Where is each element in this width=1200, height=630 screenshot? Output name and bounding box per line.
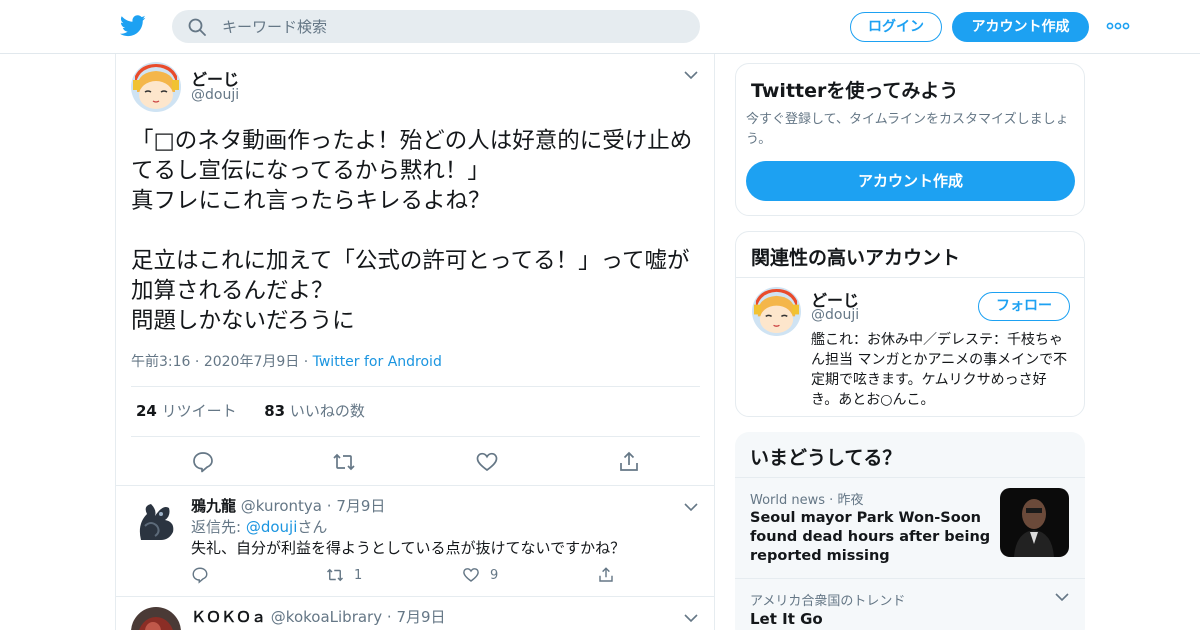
reply-share-button[interactable]: [597, 566, 615, 586]
signup-card-description: 今すぐ登録して、タイムラインをカスタマイズしましょう。: [746, 112, 1069, 147]
reply-to-line: 返信先: @doujiさん: [191, 516, 327, 537]
share-icon: [599, 567, 613, 582]
avatar[interactable]: [131, 496, 181, 546]
tweet-text: 「□のネタ動画作ったよ！殆どの人は好意的に受け止めてるし宣伝になってるから黙れ！…: [131, 128, 693, 334]
tweet-client-link[interactable]: Twitter for Android: [313, 354, 442, 370]
news-headline[interactable]: Seoul mayor Park Won-Soon found dead hou…: [750, 509, 995, 566]
reply-date[interactable]: 7月9日: [336, 497, 385, 515]
reply-retweet-count: 1: [354, 567, 363, 583]
reply-author-handle[interactable]: @kokoaLibrary: [271, 608, 382, 626]
separator-dot: ·: [326, 497, 337, 515]
trends-card: いまどうしてる？ World news · 昨夜 Seoul mayor Par…: [735, 432, 1085, 630]
search-input[interactable]: [222, 10, 682, 43]
reply-icon: [192, 567, 208, 584]
tweet-timestamp[interactable]: 午前3:16 · 2020年7月9日 · Twitter for Android: [131, 351, 442, 371]
tweet-date: 2020年7月9日: [203, 354, 300, 370]
chevron-down-icon[interactable]: [684, 70, 698, 80]
retweet-label[interactable]: リツイート: [162, 402, 237, 420]
reply-like-count: 9: [490, 567, 499, 583]
related-account-bio: 艦これ：お休み中／デレステ：千枝ちゃん担当 マンガとかアニメの事メインで不定期で…: [811, 332, 1068, 408]
search-icon: [188, 18, 206, 36]
more-dots-icon[interactable]: [1106, 18, 1130, 34]
avatar[interactable]: [131, 62, 181, 112]
tweet-stats: 24 リツイート 83 いいねの数: [136, 400, 365, 421]
reply-header: 鴉九龍 @kurontya · 7月9日: [191, 495, 385, 516]
divider: [735, 578, 1085, 579]
reply-like-button[interactable]: 9: [462, 566, 498, 586]
tweet-actions: [116, 446, 714, 486]
news-source: World news: [750, 493, 826, 508]
reply-author-name[interactable]: ＫＯＫＯａ: [191, 608, 266, 626]
reply-retweet-button[interactable]: 1: [326, 566, 362, 586]
news-thumbnail[interactable]: [1000, 488, 1069, 557]
reply-icon[interactable]: [191, 450, 215, 474]
login-button[interactable]: ログイン: [850, 12, 942, 42]
avatar[interactable]: [752, 287, 801, 336]
reply-author-handle[interactable]: @kurontya: [241, 497, 322, 515]
related-accounts-card: 関連性の高いアカウント どーじ @douji フォロー 艦これ：お休み中／デレス…: [735, 231, 1085, 417]
top-bar: ログイン アカウント作成: [0, 0, 1200, 54]
signup-card-button[interactable]: アカウント作成: [746, 161, 1075, 201]
reply-date[interactable]: 7月9日: [396, 608, 445, 626]
tweet-time: 午前3:16: [131, 354, 191, 370]
separator-dot: ·: [303, 354, 313, 370]
divider: [131, 386, 700, 387]
news-meta: World news · 昨夜: [750, 489, 863, 508]
search-box[interactable]: [172, 10, 700, 43]
retweet-count[interactable]: 24: [136, 402, 157, 420]
signup-button[interactable]: アカウント作成: [952, 12, 1089, 42]
chevron-down-icon[interactable]: [1055, 592, 1069, 602]
like-heart-icon: [463, 568, 479, 582]
trends-title: いまどうしてる？: [750, 447, 902, 469]
like-heart-icon[interactable]: [475, 450, 499, 474]
related-account-handle[interactable]: @douji: [811, 307, 859, 323]
reply-tweet[interactable]: ＫＯＫＯａ @kokoaLibrary · 7月9日: [116, 597, 714, 630]
trend-location: アメリカ合衆国のトレンド: [750, 594, 906, 609]
follow-button[interactable]: フォロー: [978, 292, 1070, 321]
reply-author-name[interactable]: 鴉九龍: [191, 497, 236, 515]
retweet-icon[interactable]: [332, 450, 356, 474]
separator-dot: ·: [386, 608, 397, 626]
news-time: 昨夜: [837, 493, 864, 508]
like-label[interactable]: いいねの数: [290, 402, 365, 420]
trend-item[interactable]: Let It Go: [750, 610, 823, 628]
twitter-bird-icon[interactable]: [120, 14, 146, 38]
divider: [735, 477, 1085, 478]
reply-to-prefix: 返信先:: [191, 518, 246, 536]
reply-text: 失礼、自分が利益を得ようとしている点が抜けてないですかね？: [191, 539, 626, 557]
share-icon[interactable]: [617, 450, 641, 474]
avatar[interactable]: [131, 607, 181, 630]
chevron-down-icon[interactable]: [684, 502, 698, 512]
chevron-down-icon[interactable]: [684, 613, 698, 623]
divider: [131, 436, 700, 437]
related-accounts-title: 関連性の高いアカウント: [751, 247, 961, 269]
tweet-column: どーじ @douji 「□のネタ動画作ったよ！殆どの人は好意的に受け止めてるし宣…: [115, 54, 715, 630]
signup-card-title: Twitterを使ってみよう: [751, 80, 959, 102]
retweet-icon: [326, 568, 344, 582]
like-count[interactable]: 83: [264, 402, 285, 420]
separator-dot: ·: [194, 354, 204, 370]
reply-reply-button[interactable]: [191, 566, 209, 586]
divider: [736, 277, 1084, 278]
tweet-author-handle[interactable]: @douji: [191, 87, 239, 103]
reply-tweet[interactable]: 鴉九龍 @kurontya · 7月9日 返信先: @doujiさん 失礼、自分…: [116, 486, 714, 596]
reply-header: ＫＯＫＯａ @kokoaLibrary · 7月9日: [191, 606, 446, 627]
signup-card: Twitterを使ってみよう 今すぐ登録して、タイムラインをカスタマイズしましょ…: [735, 63, 1085, 216]
reply-to-suffix: さん: [297, 518, 328, 536]
reply-to-link[interactable]: @douji: [246, 518, 298, 536]
